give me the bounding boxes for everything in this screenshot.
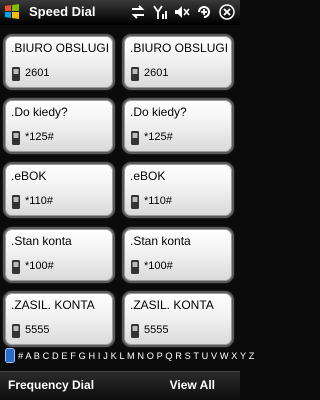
speed-dial-grid: .BIURO OBSLUGI 2601 .BIURO OBSLUGI 2601 …: [0, 34, 240, 347]
tile-number: *125#: [25, 131, 54, 143]
tile-number: *125#: [144, 131, 173, 143]
tile-name: .Do kiedy?: [11, 105, 68, 119]
connectivity-icon[interactable]: [196, 4, 212, 20]
tile-name: .Stan konta: [11, 234, 72, 248]
close-icon[interactable]: [219, 4, 235, 20]
speed-dial-tile[interactable]: .eBOK *110#: [122, 162, 234, 218]
tile-number: 2601: [25, 67, 50, 79]
phone-icon: [131, 260, 139, 274]
start-icon[interactable]: [3, 3, 21, 21]
speed-dial-tile[interactable]: .ZASIL. KONTA 5555: [3, 291, 115, 347]
tile-name: .Do kiedy?: [130, 105, 187, 119]
status-bar: Speed Dial: [0, 0, 240, 25]
left-softkey-frequency-dial[interactable]: Frequency Dial: [8, 378, 94, 392]
alphabet-letters[interactable]: # A B C D E F G H I J K L M N O P Q R S …: [18, 351, 254, 361]
tile-number: *110#: [25, 195, 53, 207]
phone-icon: [12, 67, 20, 81]
tile-number: 5555: [144, 324, 169, 336]
tile-number: 5555: [25, 324, 50, 336]
speed-dial-tile[interactable]: .Do kiedy? *125#: [122, 98, 234, 154]
volume-icon[interactable]: [174, 4, 190, 20]
speed-dial-tile[interactable]: .BIURO OBSLUGI 2601: [122, 34, 234, 90]
speed-dial-tile[interactable]: .ZASIL. KONTA 5555: [122, 291, 234, 347]
soft-key-bar: Frequency Dial View All: [0, 371, 240, 400]
phone-icon: [131, 131, 139, 145]
phone-icon: [131, 324, 139, 338]
tile-name: .eBOK: [130, 169, 166, 183]
speed-dial-tile[interactable]: .eBOK *110#: [3, 162, 115, 218]
speed-dial-tile[interactable]: .Do kiedy? *125#: [3, 98, 115, 154]
sync-icon[interactable]: [130, 4, 146, 20]
app-title: Speed Dial: [29, 4, 96, 19]
tile-name: .ZASIL. KONTA: [130, 298, 214, 312]
tile-name: .BIURO OBSLUGI: [11, 41, 110, 55]
speed-dial-tile[interactable]: .Stan konta *100#: [3, 227, 115, 283]
tile-name: .eBOK: [11, 169, 47, 183]
signal-icon[interactable]: [152, 4, 168, 20]
tile-number: 2601: [144, 67, 169, 79]
right-softkey-view-all[interactable]: View All: [170, 378, 215, 392]
phone-icon: [12, 260, 20, 274]
speed-dial-tile[interactable]: .Stan konta *100#: [122, 227, 234, 283]
tile-name: .BIURO OBSLUGI: [130, 41, 229, 55]
tile-name: .ZASIL. KONTA: [11, 298, 95, 312]
speed-dial-tile[interactable]: .BIURO OBSLUGI 2601: [3, 34, 115, 90]
tile-number: *100#: [144, 260, 173, 272]
phone-icon: [12, 195, 20, 209]
tile-name: .Stan konta: [130, 234, 191, 248]
tile-number: *100#: [25, 260, 54, 272]
phone-icon: [131, 195, 139, 209]
phone-icon: [12, 324, 20, 338]
tile-number: *110#: [144, 195, 172, 207]
alphabet-bar[interactable]: # A B C D E F G H I J K L M N O P Q R S …: [0, 347, 254, 365]
phone-icon: [12, 131, 20, 145]
phone-icon: [131, 67, 139, 81]
alphabet-scroll-handle[interactable]: [5, 348, 15, 363]
